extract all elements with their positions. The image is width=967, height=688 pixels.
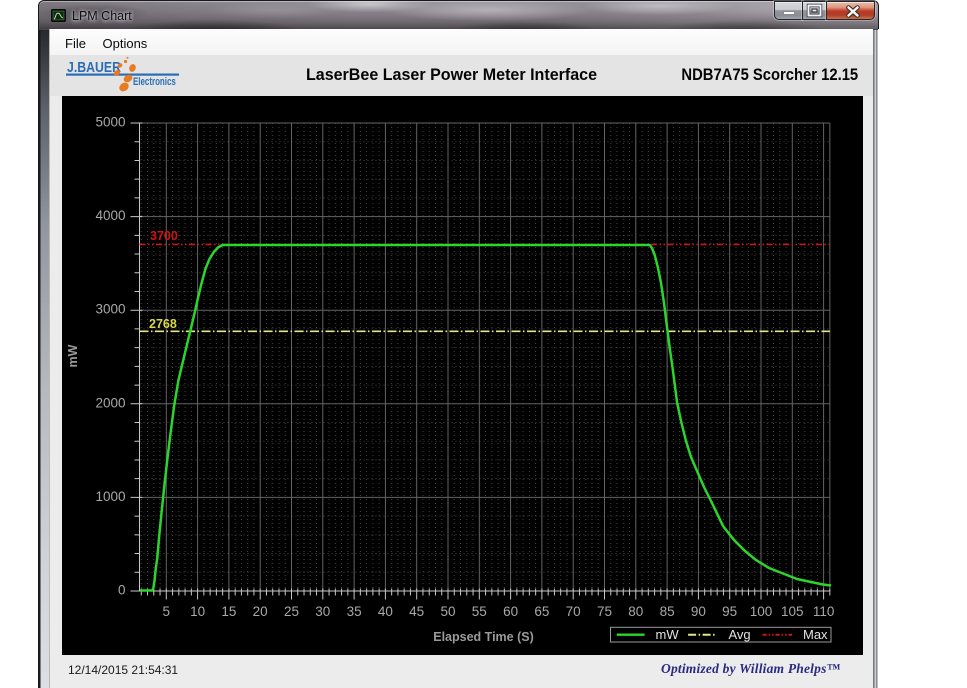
svg-text:mW: mW bbox=[66, 344, 80, 367]
svg-text:10: 10 bbox=[190, 604, 205, 619]
svg-text:3000: 3000 bbox=[95, 302, 125, 317]
svg-text:40: 40 bbox=[378, 604, 393, 619]
svg-text:0: 0 bbox=[118, 583, 126, 598]
svg-text:65: 65 bbox=[534, 604, 549, 619]
svg-text:J.BAUER: J.BAUER bbox=[67, 59, 121, 75]
svg-text:95: 95 bbox=[722, 604, 737, 619]
svg-text:80: 80 bbox=[628, 604, 643, 619]
svg-text:90: 90 bbox=[691, 604, 706, 619]
svg-text:100: 100 bbox=[750, 604, 773, 619]
svg-text:75: 75 bbox=[597, 604, 612, 619]
svg-text:110: 110 bbox=[813, 604, 835, 619]
svg-text:3700: 3700 bbox=[150, 229, 178, 243]
svg-text:Avg: Avg bbox=[729, 627, 751, 642]
svg-text:30: 30 bbox=[315, 604, 330, 619]
svg-text:Elapsed Time (S): Elapsed Time (S) bbox=[433, 630, 534, 644]
svg-text:15: 15 bbox=[221, 604, 236, 619]
svg-text:60: 60 bbox=[503, 604, 518, 619]
svg-text:Electronics: Electronics bbox=[133, 76, 176, 89]
svg-text:2000: 2000 bbox=[95, 395, 125, 410]
svg-text:105: 105 bbox=[781, 604, 804, 619]
svg-text:70: 70 bbox=[566, 604, 581, 619]
svg-text:mW: mW bbox=[656, 627, 680, 642]
svg-text:4000: 4000 bbox=[95, 208, 125, 223]
svg-text:85: 85 bbox=[660, 604, 675, 619]
svg-text:35: 35 bbox=[347, 604, 362, 619]
svg-text:5: 5 bbox=[163, 604, 171, 619]
svg-text:1000: 1000 bbox=[95, 489, 125, 504]
svg-text:2768: 2768 bbox=[149, 317, 177, 331]
svg-text:20: 20 bbox=[253, 604, 268, 619]
svg-text:25: 25 bbox=[284, 604, 299, 619]
svg-text:45: 45 bbox=[409, 604, 424, 619]
svg-text:5000: 5000 bbox=[95, 115, 125, 130]
svg-text:50: 50 bbox=[440, 604, 455, 619]
svg-text:55: 55 bbox=[472, 604, 487, 619]
svg-text:Max: Max bbox=[803, 627, 828, 642]
